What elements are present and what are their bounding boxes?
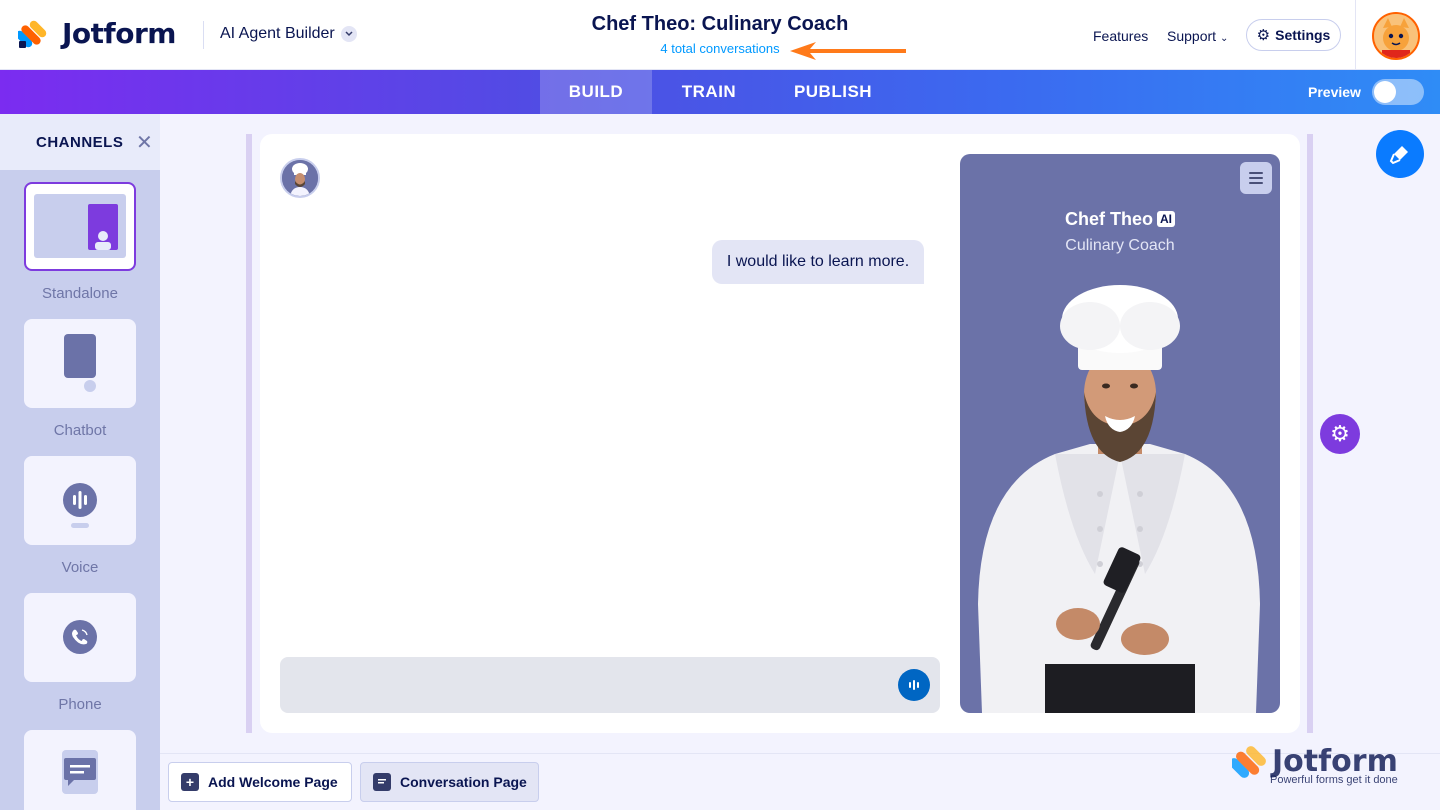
agent-title: Chef Theo: Culinary Coach	[591, 13, 849, 35]
chat-input[interactable]	[280, 657, 940, 713]
agent-avatar	[280, 158, 320, 198]
standalone-icon	[34, 194, 126, 258]
preview-label: Preview	[1308, 84, 1361, 100]
features-link[interactable]: Features	[1093, 28, 1148, 44]
canvas-frame-right	[1307, 134, 1313, 733]
jotform-watermark: Jotform Powerful forms get it done	[1232, 744, 1412, 794]
jotform-logo-icon	[18, 20, 47, 48]
channel-voice[interactable]	[24, 456, 136, 545]
channel-standalone[interactable]	[24, 182, 136, 271]
ai-badge: AI	[1157, 211, 1175, 227]
voice-input-button[interactable]	[898, 669, 930, 701]
menu-icon[interactable]	[1240, 162, 1272, 194]
chevron-down-icon: ⌄	[1219, 33, 1229, 44]
channel-label-standalone: Standalone	[42, 285, 118, 302]
channel-messaging[interactable]	[24, 730, 136, 810]
user-avatar[interactable]	[1372, 12, 1420, 60]
gear-icon[interactable]: ⚙	[1320, 414, 1360, 454]
tab-build[interactable]: BUILD	[540, 70, 652, 114]
header-divider	[203, 21, 204, 49]
chatbot-icon	[64, 334, 96, 392]
close-icon[interactable]: ✕	[136, 130, 153, 155]
avatar-icon	[1374, 14, 1418, 58]
tab-publish[interactable]: PUBLISH	[766, 70, 900, 114]
product-name: AI Agent Builder	[220, 25, 335, 42]
chat-icon	[373, 773, 391, 791]
support-menu[interactable]: Support ⌄	[1167, 28, 1228, 44]
channel-label-phone: Phone	[58, 696, 102, 713]
settings-label: Settings	[1275, 27, 1331, 43]
header-divider	[1355, 0, 1356, 70]
channel-phone[interactable]	[24, 593, 136, 682]
sidebar-title: CHANNELS	[36, 134, 124, 151]
channels-sidebar: CHANNELS ✕ Standalone Chatbot Voice Phon…	[0, 114, 160, 810]
jotform-logo-icon	[1232, 746, 1266, 778]
tab-train[interactable]: TRAIN	[652, 70, 766, 114]
annotation-arrow-icon	[790, 42, 906, 60]
settings-button[interactable]: ⚙ Settings	[1246, 19, 1341, 51]
brand-name: Jotform	[62, 17, 176, 50]
conversation-page-label: Conversation Page	[400, 774, 527, 790]
agent-name: Chef Theo AI	[960, 209, 1280, 230]
toggle-knob	[1374, 81, 1396, 103]
add-welcome-page-label: Add Welcome Page	[208, 774, 338, 790]
sidebar-header: CHANNELS ✕	[0, 114, 160, 170]
chef-avatar-icon	[282, 160, 318, 196]
jotform-logo[interactable]: Jotform	[18, 17, 176, 50]
message-icon	[62, 750, 98, 794]
voice-icon	[63, 483, 97, 528]
channel-label-voice: Voice	[61, 559, 99, 576]
support-label: Support	[1167, 28, 1217, 44]
channel-label-chatbot: Chatbot	[53, 422, 107, 439]
product-switcher[interactable]: AI Agent Builder	[220, 25, 357, 43]
channel-chatbot[interactable]	[24, 319, 136, 408]
gear-icon: ⚙	[1256, 27, 1271, 44]
chevron-down-icon	[340, 26, 357, 42]
add-welcome-page-button[interactable]: + Add Welcome Page	[168, 762, 352, 802]
design-wand-button[interactable]	[1376, 130, 1424, 178]
user-message-bubble: I would like to learn more.	[712, 240, 924, 284]
paint-brush-icon	[1389, 146, 1408, 165]
watermark-tagline: Powerful forms get it done	[1270, 774, 1398, 786]
preview-toggle[interactable]	[1372, 79, 1424, 105]
conversation-page-button[interactable]: Conversation Page	[360, 762, 539, 802]
agent-role: Culinary Coach	[1065, 237, 1175, 254]
plus-icon: +	[181, 773, 199, 791]
agent-name-text: Chef Theo	[1065, 209, 1153, 229]
builder-tabbar: BUILD TRAIN PUBLISH Preview	[0, 70, 1440, 114]
top-header: Jotform AI Agent Builder Chef Theo: Culi…	[0, 0, 1440, 70]
voice-wave-icon	[909, 680, 919, 690]
phone-icon	[63, 620, 97, 654]
